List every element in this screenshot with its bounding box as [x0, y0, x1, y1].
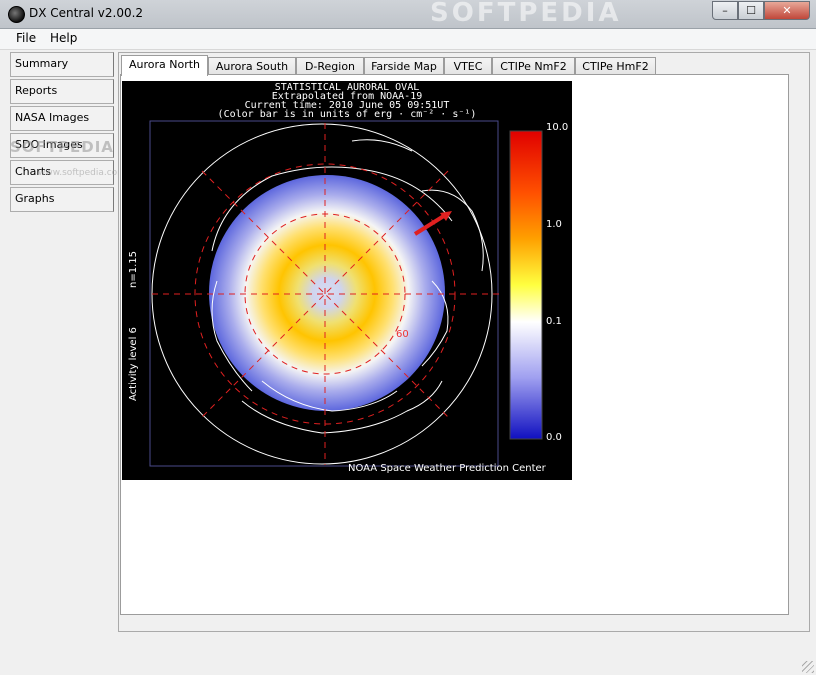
nav-watermark: SOFTPEDIA: [10, 138, 114, 156]
tab-ctipe-nmf2[interactable]: CTIPe NmF2: [492, 57, 575, 75]
nav-watermark-url: www.softpedia.com: [38, 168, 126, 178]
tab-ctipe-hmf2[interactable]: CTIPe HmF2: [575, 57, 656, 75]
tab-farside-map[interactable]: Farside Map: [364, 57, 444, 75]
nav-summary-button[interactable]: Summary: [10, 52, 114, 77]
auroral-oval: [209, 175, 445, 411]
colorbar-tick-01: 0.1: [546, 316, 562, 327]
tab-vtec[interactable]: VTEC: [444, 57, 492, 75]
n-value-label: n=1.15: [128, 251, 139, 288]
minimize-button[interactable]: –: [712, 1, 738, 20]
nav-graphs-button[interactable]: Graphs: [10, 187, 114, 212]
window-title: DX Central v2.00.2: [29, 6, 144, 20]
activity-level-label: Activity level 6: [128, 327, 139, 401]
colorbar-tick-10: 10.0: [546, 122, 569, 133]
color-bar: [509, 130, 543, 440]
app-icon: [8, 6, 25, 23]
image-credit: NOAA Space Weather Prediction Center: [348, 463, 546, 474]
aurora-map-graphic: [149, 120, 543, 467]
colorbar-tick-0: 0.0: [546, 432, 562, 443]
colorbar-tick-1: 1.0: [546, 219, 562, 230]
close-button[interactable]: ✕: [764, 1, 810, 20]
nav-nasa-images-button[interactable]: NASA Images: [10, 106, 114, 131]
tab-d-region[interactable]: D-Region: [296, 57, 364, 75]
maximize-button[interactable]: ☐: [738, 1, 764, 20]
menu-file[interactable]: File: [16, 31, 36, 45]
image-units-note: (Color bar is in units of erg · cm⁻² · s…: [217, 109, 477, 120]
menu-help[interactable]: Help: [50, 31, 77, 45]
tab-aurora-south[interactable]: Aurora South: [208, 57, 296, 75]
title-bar: DX Central v2.00.2 SOFTPEDIA – ☐ ✕: [0, 0, 816, 29]
tab-aurora-north[interactable]: Aurora North: [121, 55, 208, 76]
latitude-60-label: 60: [396, 329, 409, 340]
left-nav: Summary Reports NASA Images SDO Images C…: [10, 52, 116, 214]
aurora-oval-image: STATISTICAL AURORAL OVAL Extrapolated fr…: [122, 81, 572, 480]
menu-bar: File Help: [0, 29, 816, 50]
watermark: SOFTPEDIA: [430, 0, 622, 28]
nav-reports-button[interactable]: Reports: [10, 79, 114, 104]
resize-grip-icon[interactable]: [802, 661, 814, 673]
